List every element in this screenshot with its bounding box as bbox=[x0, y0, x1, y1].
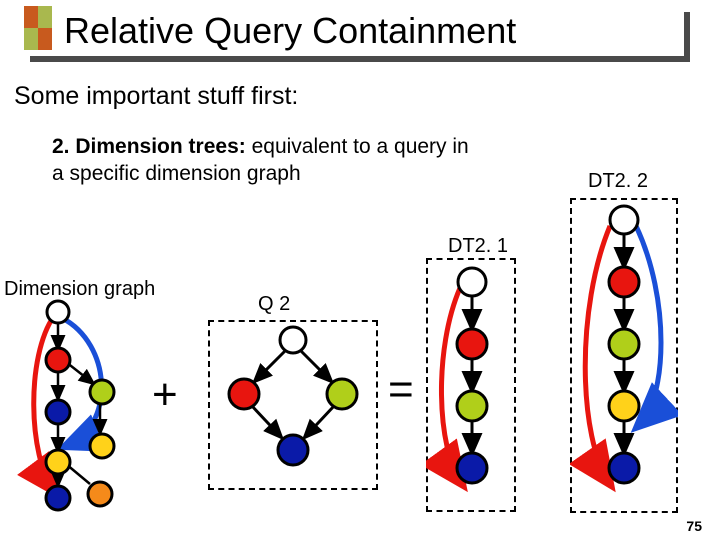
label-dt22: DT2. 2 bbox=[588, 170, 648, 193]
dt22-svg bbox=[570, 198, 678, 513]
dimension-graph-svg bbox=[16, 296, 166, 526]
title-bar: Relative Query Containment bbox=[0, 0, 720, 72]
q2-svg bbox=[208, 320, 378, 490]
title-main: Relative Query Containment bbox=[24, 6, 684, 56]
subtitle: Some important stuff first: bbox=[14, 82, 720, 111]
item-number: 2. bbox=[52, 135, 70, 158]
equals-operator: = bbox=[388, 365, 414, 415]
item-text: 2. Dimension trees: equivalent to a quer… bbox=[52, 133, 472, 188]
page-number: 75 bbox=[686, 518, 702, 534]
label-q2: Q 2 bbox=[258, 293, 290, 316]
accent-squares bbox=[24, 6, 52, 50]
page-title: Relative Query Containment bbox=[64, 10, 516, 52]
dt21-svg bbox=[426, 258, 516, 512]
label-dt21: DT2. 1 bbox=[448, 235, 508, 258]
item-title: Dimension trees: bbox=[75, 135, 245, 158]
